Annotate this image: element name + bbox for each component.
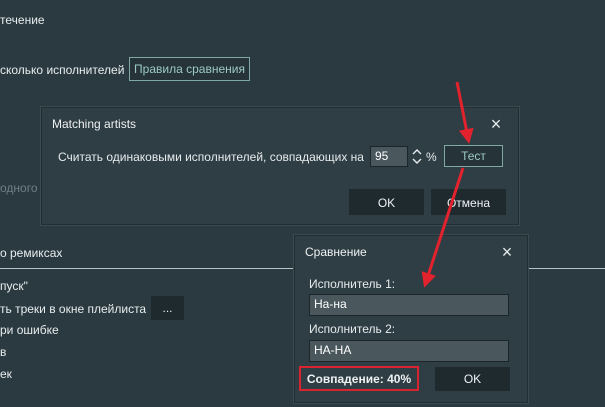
- item-k-label: ек: [0, 367, 12, 381]
- artist2-field[interactable]: НА-НА: [309, 340, 509, 362]
- item-v-label: в: [0, 345, 7, 359]
- multi-artist-label: сколько исполнителей: [0, 63, 125, 77]
- test-button[interactable]: Тест: [444, 145, 503, 167]
- matching-rules-button[interactable]: Правила сравнения: [129, 57, 250, 81]
- matching-artists-dialog: Matching artists × Считать одинаковыми и…: [41, 107, 519, 225]
- dialog-title: Сравнение: [305, 245, 367, 259]
- chevron-up-icon[interactable]: [412, 148, 422, 155]
- ok-button[interactable]: OK: [435, 367, 510, 391]
- threshold-input[interactable]: 95: [370, 146, 408, 167]
- error-label: ри ошибке: [0, 323, 59, 337]
- percent-sign: %: [426, 150, 437, 164]
- quote-label: пуск": [0, 279, 28, 293]
- comparison-dialog: Сравнение × Исполнитель 1: На-на Исполни…: [294, 235, 528, 403]
- playlist-tracks-label: ть треки в окне плейлиста: [0, 302, 147, 316]
- close-icon[interactable]: ×: [499, 243, 515, 261]
- close-icon[interactable]: ×: [488, 115, 504, 133]
- threshold-stepper[interactable]: [410, 147, 424, 165]
- dialog-title: Matching artists: [52, 117, 137, 131]
- artist1-field[interactable]: На-на: [309, 294, 509, 316]
- artist2-label: Исполнитель 2:: [309, 322, 396, 336]
- chevron-down-icon[interactable]: [412, 158, 422, 164]
- remix-label: о ремиксах: [0, 246, 63, 260]
- section-heading: течение: [0, 13, 45, 27]
- match-result: Совпадение: 40%: [299, 366, 419, 391]
- ok-button[interactable]: OK: [349, 189, 424, 215]
- threshold-prompt: Считать одинаковыми исполнителей, совпад…: [58, 150, 364, 164]
- ellipsis-button[interactable]: ...: [151, 296, 184, 320]
- cancel-button[interactable]: Отмена: [431, 189, 506, 215]
- artist1-label: Исполнитель 1:: [309, 277, 396, 291]
